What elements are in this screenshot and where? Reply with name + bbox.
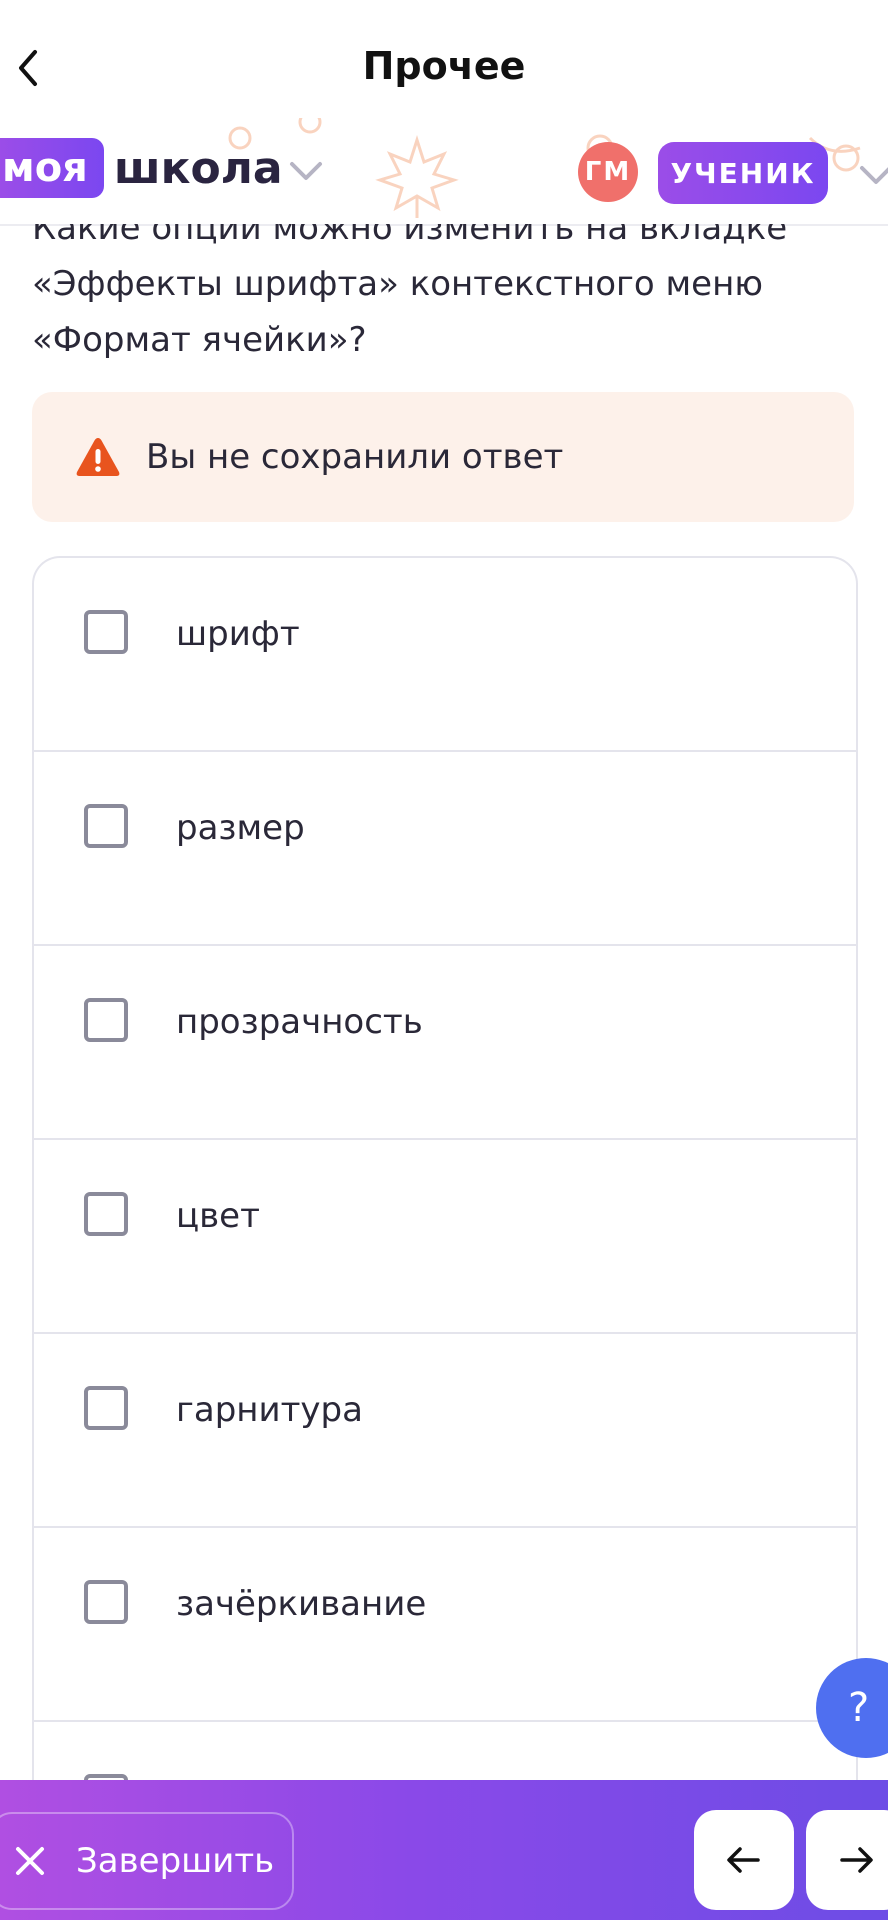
- answer-option[interactable]: гарнитура: [34, 1334, 856, 1528]
- warning-text: Вы не сохранили ответ: [146, 437, 564, 477]
- arrow-left-icon: [727, 1847, 760, 1873]
- unsaved-warning: Вы не сохранили ответ: [32, 392, 854, 522]
- option-label: шрифт: [176, 614, 300, 654]
- logo-badge: моя: [0, 138, 104, 198]
- option-label: зачёркивание: [176, 1584, 427, 1624]
- chevron-down-icon[interactable]: [286, 158, 326, 184]
- arrow-right-icon: [840, 1847, 873, 1873]
- answer-option[interactable]: прозрачность: [34, 946, 856, 1140]
- checkbox[interactable]: [84, 1580, 128, 1624]
- school-header: моя школа ГМ УЧЕНИК: [0, 118, 888, 226]
- question-content: Какие опции можно изменить на вкладке «Э…: [0, 224, 888, 1780]
- bottom-action-bar: Завершить: [0, 1780, 888, 1920]
- previous-question-button[interactable]: [694, 1810, 794, 1910]
- logo-word: школа: [113, 142, 283, 194]
- checkbox[interactable]: [84, 998, 128, 1042]
- maple-leaf-decoration-icon: [375, 135, 459, 218]
- page-title: Прочее: [362, 44, 526, 88]
- option-label: гарнитура: [176, 1390, 363, 1430]
- chevron-down-icon[interactable]: [856, 162, 888, 188]
- checkbox[interactable]: [84, 1192, 128, 1236]
- role-badge[interactable]: УЧЕНИК: [658, 142, 828, 204]
- answer-option[interactable]: зачёркивание: [34, 1528, 856, 1722]
- finish-button[interactable]: Завершить: [0, 1812, 294, 1910]
- answer-option[interactable]: шрифт: [34, 558, 856, 752]
- question-text: Какие опции можно изменить на вкладке «Э…: [32, 224, 788, 360]
- answer-options-list: шрифт размер прозрачность цвет гарнитура…: [32, 556, 858, 1780]
- answer-option[interactable]: размер: [34, 752, 856, 946]
- avatar[interactable]: ГМ: [578, 142, 638, 202]
- top-nav-bar: Прочее: [0, 0, 888, 120]
- option-label: размер: [176, 808, 305, 848]
- option-label: прозрачность: [176, 1002, 423, 1042]
- finish-label: Завершить: [76, 1841, 275, 1881]
- school-logo[interactable]: моя школа: [0, 138, 283, 198]
- answer-option[interactable]: цвет: [34, 1140, 856, 1334]
- next-question-button[interactable]: [806, 1810, 888, 1910]
- close-icon: [16, 1847, 44, 1875]
- checkbox[interactable]: [84, 1386, 128, 1430]
- option-label: цвет: [176, 1196, 260, 1236]
- answer-option[interactable]: [34, 1722, 856, 1780]
- checkbox[interactable]: [84, 804, 128, 848]
- warning-triangle-icon: [76, 438, 120, 476]
- checkbox[interactable]: [84, 610, 128, 654]
